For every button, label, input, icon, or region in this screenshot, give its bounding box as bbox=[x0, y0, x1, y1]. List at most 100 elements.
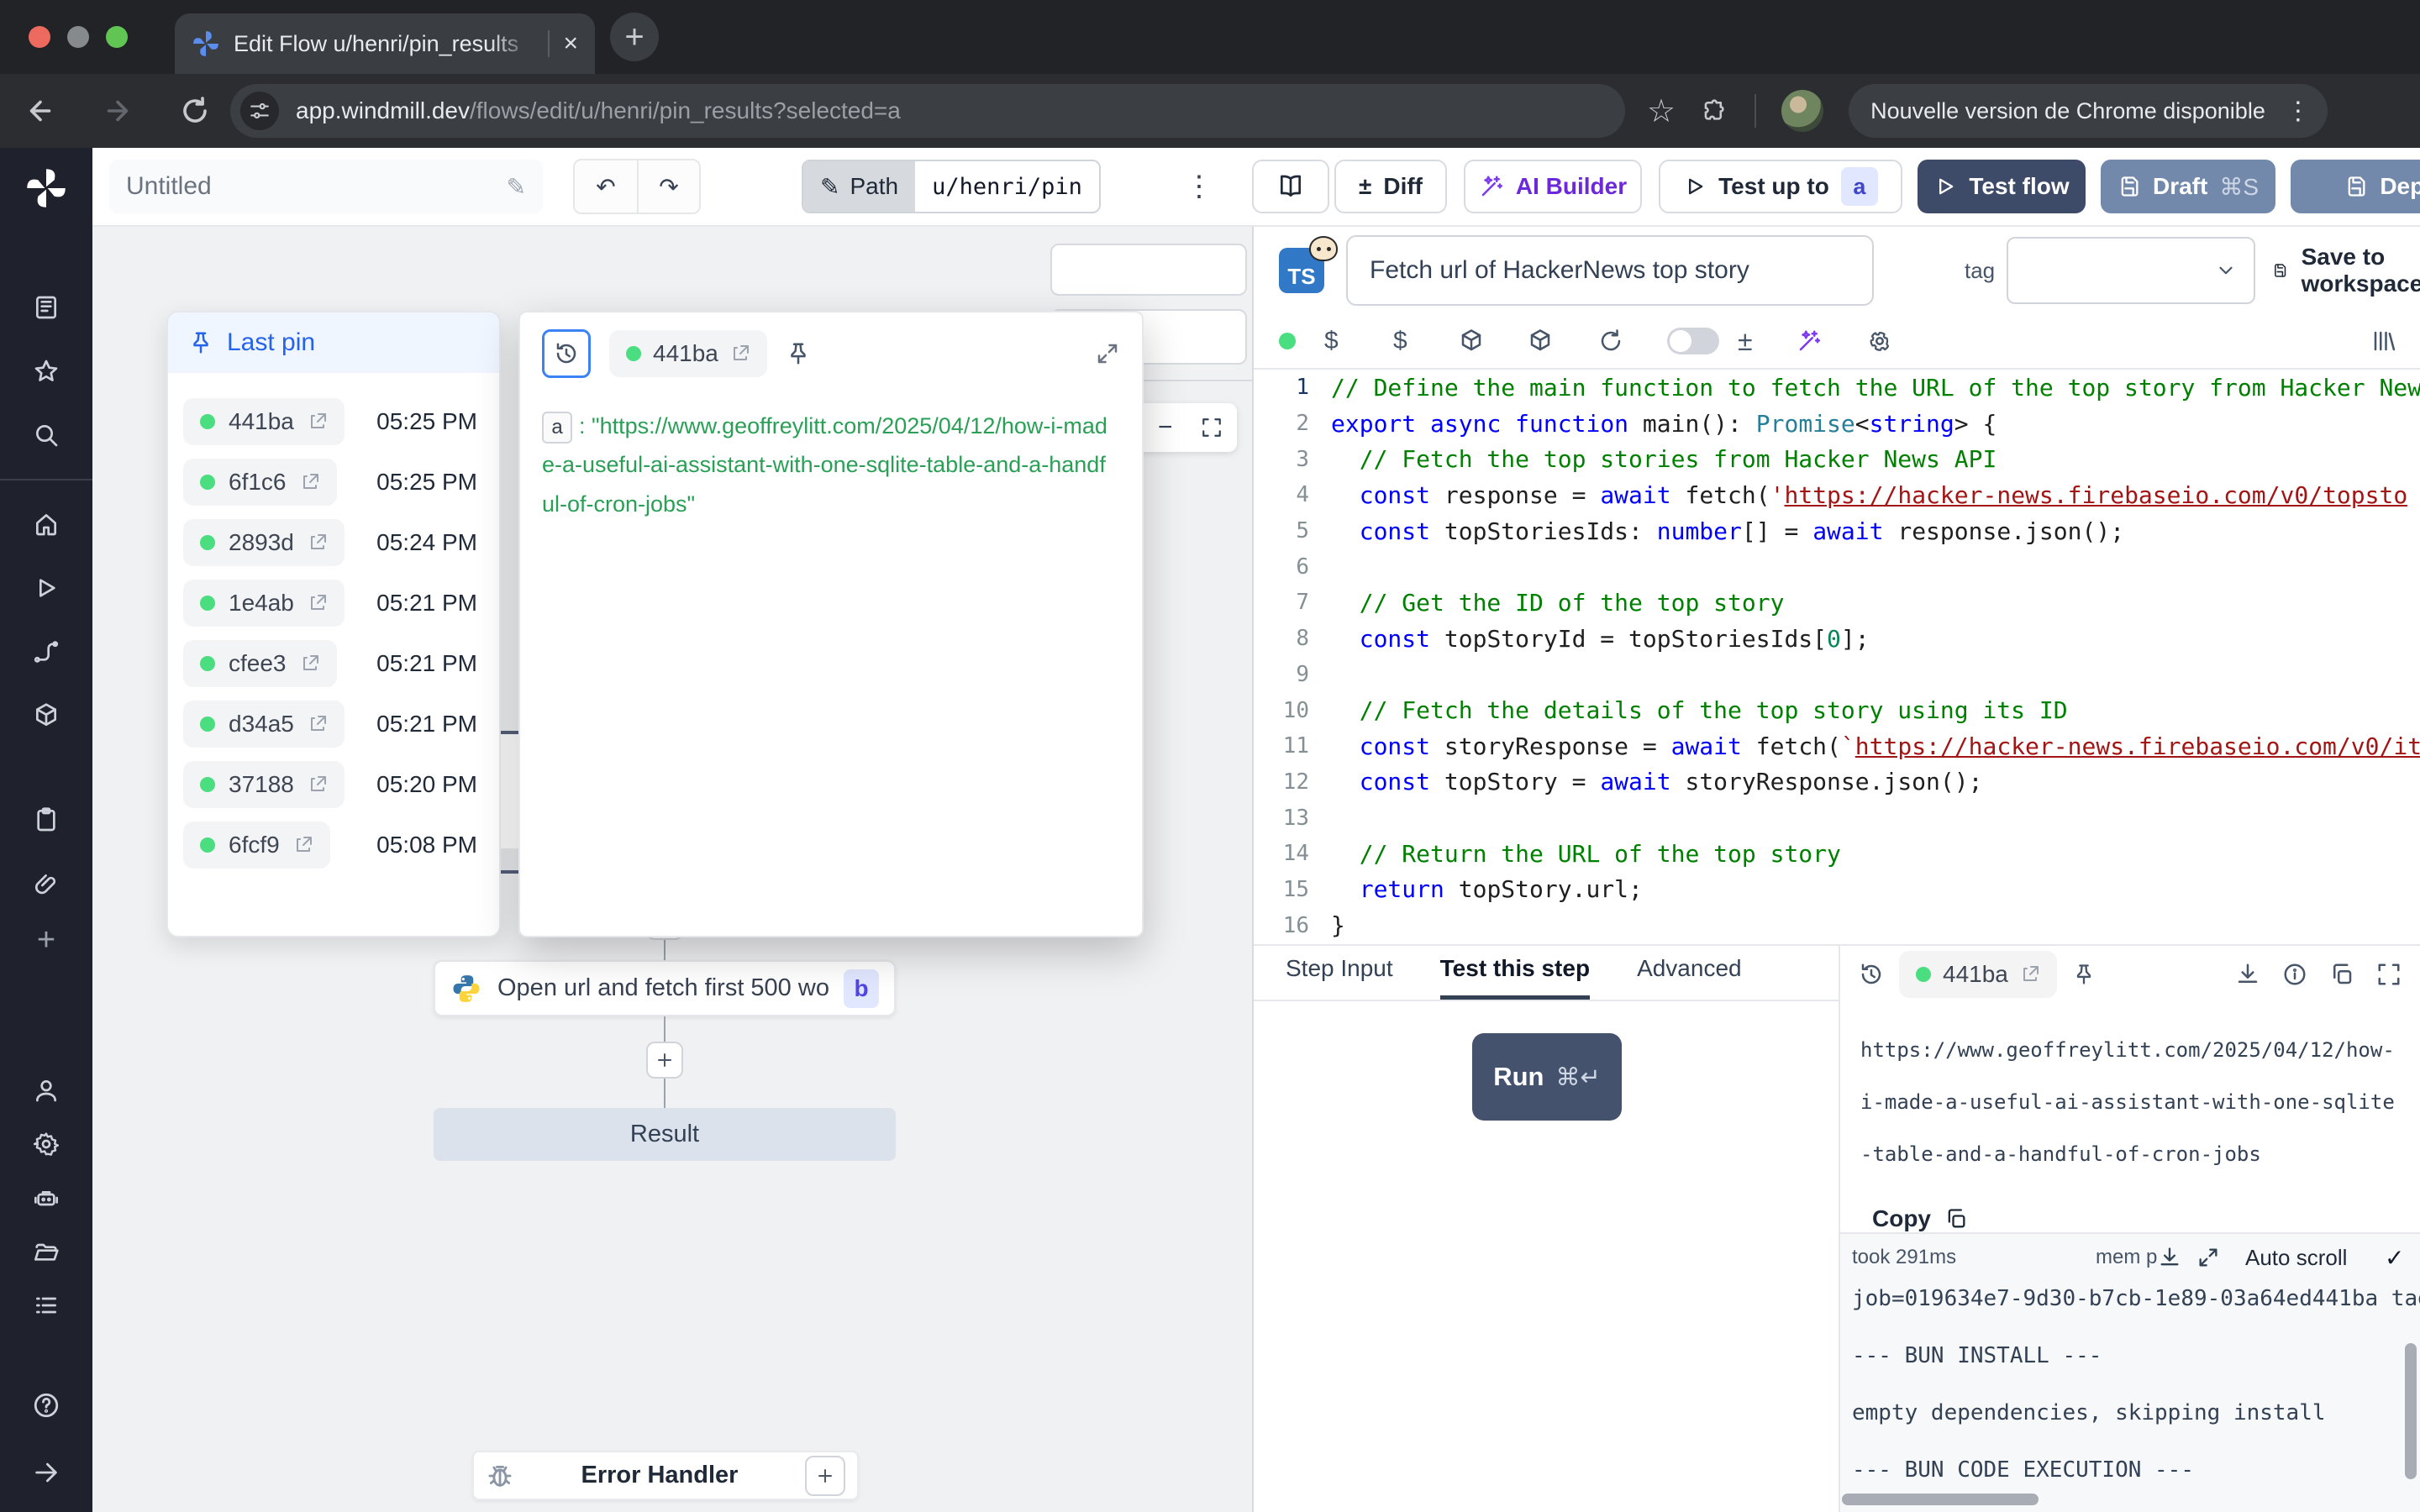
external-link-icon[interactable] bbox=[2020, 964, 2040, 984]
profile-avatar[interactable] bbox=[1781, 90, 1823, 132]
popup-pin-chip[interactable]: 441ba bbox=[609, 330, 767, 377]
deploy-button[interactable]: Deploy bbox=[2291, 160, 2420, 213]
expand-icon[interactable] bbox=[2196, 1246, 2220, 1269]
code-line[interactable]: 9 bbox=[1254, 657, 2420, 693]
log-panel[interactable]: took 291ms mem peak: 2 Auto scroll ✓ job… bbox=[1840, 1232, 2420, 1512]
add-error-handler-button[interactable] bbox=[805, 1456, 845, 1496]
sidebar-item-resources-icon[interactable] bbox=[33, 702, 60, 729]
sidebar-collapse-arrow-icon[interactable] bbox=[32, 1458, 60, 1487]
browser-menu-icon[interactable]: ⋮ bbox=[2281, 97, 2316, 126]
sidebar-add-icon[interactable]: + bbox=[37, 922, 55, 958]
pin-row[interactable]: d34a5 05:21 PM bbox=[183, 694, 484, 754]
bookmark-star-icon[interactable]: ☆ bbox=[1647, 92, 1676, 129]
docs-book-button[interactable] bbox=[1252, 160, 1329, 213]
tab-advanced[interactable]: Advanced bbox=[1637, 955, 1742, 1000]
back-icon[interactable] bbox=[25, 96, 67, 126]
pin-chip[interactable]: 1e4ab bbox=[183, 580, 345, 627]
code-line[interactable]: 7 // Get the ID of the top story bbox=[1254, 585, 2420, 621]
download-icon[interactable] bbox=[2158, 1246, 2181, 1269]
pin-chip[interactable]: 441ba bbox=[183, 398, 345, 445]
package-icon[interactable] bbox=[1528, 328, 1553, 354]
code-line[interactable]: 1// Define the main function to fetch th… bbox=[1254, 370, 2420, 406]
pin-chip[interactable]: 2893d bbox=[183, 519, 345, 566]
copy-result-button[interactable]: Copy bbox=[1872, 1205, 2400, 1232]
insert-step-button[interactable] bbox=[646, 1042, 683, 1079]
external-link-icon[interactable] bbox=[293, 835, 313, 855]
sidebar-item-runs-play-icon[interactable] bbox=[33, 575, 60, 601]
zoom-window-button[interactable] bbox=[106, 26, 128, 48]
auto-scroll-label[interactable]: Auto scroll bbox=[2245, 1245, 2347, 1271]
flow-title-field[interactable]: Untitled ✎ bbox=[109, 160, 543, 213]
test-up-to-button[interactable]: Test up to a bbox=[1659, 160, 1902, 213]
pin-icon[interactable] bbox=[786, 341, 811, 366]
external-link-icon[interactable] bbox=[300, 472, 320, 492]
code-line[interactable]: 3 // Fetch the top stories from Hacker N… bbox=[1254, 441, 2420, 477]
reload-icon[interactable] bbox=[180, 96, 222, 126]
canvas-panel-row[interactable] bbox=[1050, 244, 1247, 296]
sidebar-item-routes-icon[interactable] bbox=[33, 638, 60, 665]
ai-builder-button[interactable]: AI Builder bbox=[1464, 160, 1642, 213]
windmill-logo-icon[interactable] bbox=[24, 166, 68, 210]
sidebar-item-settings-icon[interactable] bbox=[33, 1131, 60, 1158]
code-line[interactable]: 12 const topStory = await storyResponse.… bbox=[1254, 764, 2420, 801]
sidebar-item-home-icon[interactable] bbox=[33, 511, 60, 538]
ai-assistant-wand-icon[interactable] bbox=[1797, 328, 1822, 354]
external-link-icon[interactable] bbox=[730, 344, 750, 364]
code-line[interactable]: 10 // Fetch the details of the top story… bbox=[1254, 692, 2420, 728]
context-vars-icon[interactable]: $ bbox=[1393, 327, 1407, 355]
sidebar-help-icon[interactable] bbox=[32, 1391, 60, 1420]
external-link-icon[interactable] bbox=[300, 654, 320, 674]
diff-mode-toggle[interactable] bbox=[1667, 328, 1719, 354]
pin-history-button[interactable] bbox=[542, 329, 591, 378]
expand-icon[interactable] bbox=[1095, 341, 1120, 366]
tab-test-this-step[interactable]: Test this step bbox=[1440, 955, 1590, 1000]
pin-chip[interactable]: d34a5 bbox=[183, 701, 345, 748]
code-line[interactable]: 4 const response = await fetch('https://… bbox=[1254, 477, 2420, 513]
edit-title-pencil-icon[interactable]: ✎ bbox=[507, 173, 526, 201]
code-line[interactable]: 11 const storyResponse = await fetch(`ht… bbox=[1254, 728, 2420, 764]
path-chip[interactable]: ✎ Path u/henri/pin bbox=[802, 160, 1101, 213]
run-button[interactable]: Run ⌘↵ bbox=[1472, 1033, 1622, 1121]
close-window-button[interactable] bbox=[29, 26, 50, 48]
log-vertical-scrollbar[interactable] bbox=[2405, 1343, 2417, 1479]
sidebar-item-runs-icon[interactable] bbox=[33, 294, 60, 321]
extensions-icon[interactable] bbox=[1701, 97, 1729, 125]
pin-row[interactable]: 441ba 05:25 PM bbox=[183, 391, 484, 452]
sidebar-item-link-icon[interactable] bbox=[33, 870, 60, 897]
sidebar-item-workers-robot-icon[interactable] bbox=[33, 1184, 60, 1211]
log-horizontal-scrollbar[interactable] bbox=[1842, 1494, 2039, 1505]
forward-icon[interactable] bbox=[103, 96, 145, 126]
result-pin-chip[interactable]: 441ba bbox=[1899, 951, 2057, 998]
undo-button[interactable]: ↶ bbox=[575, 160, 637, 213]
external-link-icon[interactable] bbox=[308, 774, 328, 795]
pin-row[interactable]: 6fcf9 05:08 PM bbox=[183, 815, 484, 875]
external-link-icon[interactable] bbox=[308, 412, 328, 432]
step-name-input[interactable] bbox=[1346, 235, 1874, 306]
chrome-update-button[interactable]: Nouvelle version de Chrome disponible ⋮ bbox=[1849, 84, 2328, 138]
sidebar-item-favorites-icon[interactable] bbox=[33, 358, 60, 385]
code-line[interactable]: 6 bbox=[1254, 549, 2420, 585]
flow-step-node[interactable]: Open url and fetch first 500 words of ..… bbox=[434, 960, 896, 1016]
external-link-icon[interactable] bbox=[308, 533, 328, 553]
code-line[interactable]: 5 const topStoriesIds: number[] = await … bbox=[1254, 513, 2420, 549]
diff-button[interactable]: ± Diff bbox=[1334, 160, 1447, 213]
minimize-window-button[interactable] bbox=[67, 26, 89, 48]
diff-icon[interactable]: ± bbox=[1738, 326, 1753, 357]
pin-row[interactable]: 37188 05:20 PM bbox=[183, 754, 484, 815]
sidebar-item-account-icon[interactable] bbox=[33, 1077, 60, 1104]
pin-chip[interactable]: 37188 bbox=[183, 761, 345, 808]
save-to-workspace-button[interactable]: Save to workspace bbox=[2272, 244, 2420, 297]
pin-row[interactable]: 6f1c6 05:25 PM bbox=[183, 452, 484, 512]
history-icon[interactable] bbox=[1859, 962, 1884, 987]
editor-settings-gear-icon[interactable] bbox=[1867, 328, 1892, 354]
code-line[interactable]: 8 const topStoryId = topStoriesIds[0]; bbox=[1254, 621, 2420, 657]
pin-row[interactable]: 2893d 05:24 PM bbox=[183, 512, 484, 573]
pin-chip[interactable]: cfee3 bbox=[183, 640, 337, 687]
external-link-icon[interactable] bbox=[308, 714, 328, 734]
flow-result-node[interactable]: Result bbox=[434, 1108, 896, 1161]
pin-icon[interactable] bbox=[2072, 963, 2096, 986]
browser-tab[interactable]: Edit Flow u/henri/pin_results × bbox=[175, 13, 595, 74]
code-line[interactable]: 13 bbox=[1254, 800, 2420, 836]
site-settings-icon[interactable] bbox=[240, 92, 279, 130]
code-editor[interactable]: 1// Define the main function to fetch th… bbox=[1254, 370, 2420, 944]
